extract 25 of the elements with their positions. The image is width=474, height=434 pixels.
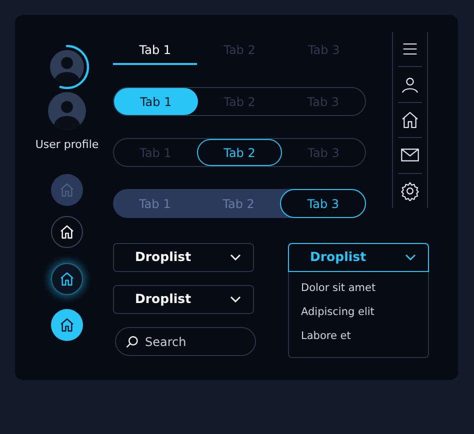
menu-item[interactable]: Adipiscing elit — [289, 302, 386, 324]
chevron-down-icon — [405, 254, 416, 261]
tab[interactable]: Tab 1 — [113, 40, 198, 65]
home-icon — [59, 270, 75, 286]
settings-icon[interactable] — [399, 180, 421, 202]
search-field[interactable]: Search — [115, 327, 256, 356]
home-button[interactable] — [51, 216, 83, 248]
menu-item[interactable]: Labore et — [289, 326, 363, 348]
dropdown[interactable]: Droplist — [288, 243, 429, 272]
home-icon — [59, 316, 75, 332]
tab[interactable]: Tab 1 — [114, 88, 198, 115]
menu-item[interactable]: Dolor sit amet — [289, 278, 388, 300]
chevron-down-icon — [230, 296, 241, 303]
search-icon — [125, 335, 139, 349]
tab[interactable]: Tab 3 — [280, 189, 366, 218]
dropdown[interactable]: Droplist — [113, 243, 254, 272]
profile-label: User profile — [35, 137, 99, 153]
home-icon — [59, 182, 75, 198]
chevron-down-icon — [230, 254, 241, 261]
home-icon[interactable] — [399, 110, 421, 130]
dropdown[interactable]: Droplist — [113, 285, 254, 314]
home-icon — [59, 224, 75, 240]
home-button[interactable] — [51, 308, 83, 340]
home-button[interactable] — [51, 262, 83, 294]
tab[interactable]: Tab 2 — [197, 139, 282, 166]
